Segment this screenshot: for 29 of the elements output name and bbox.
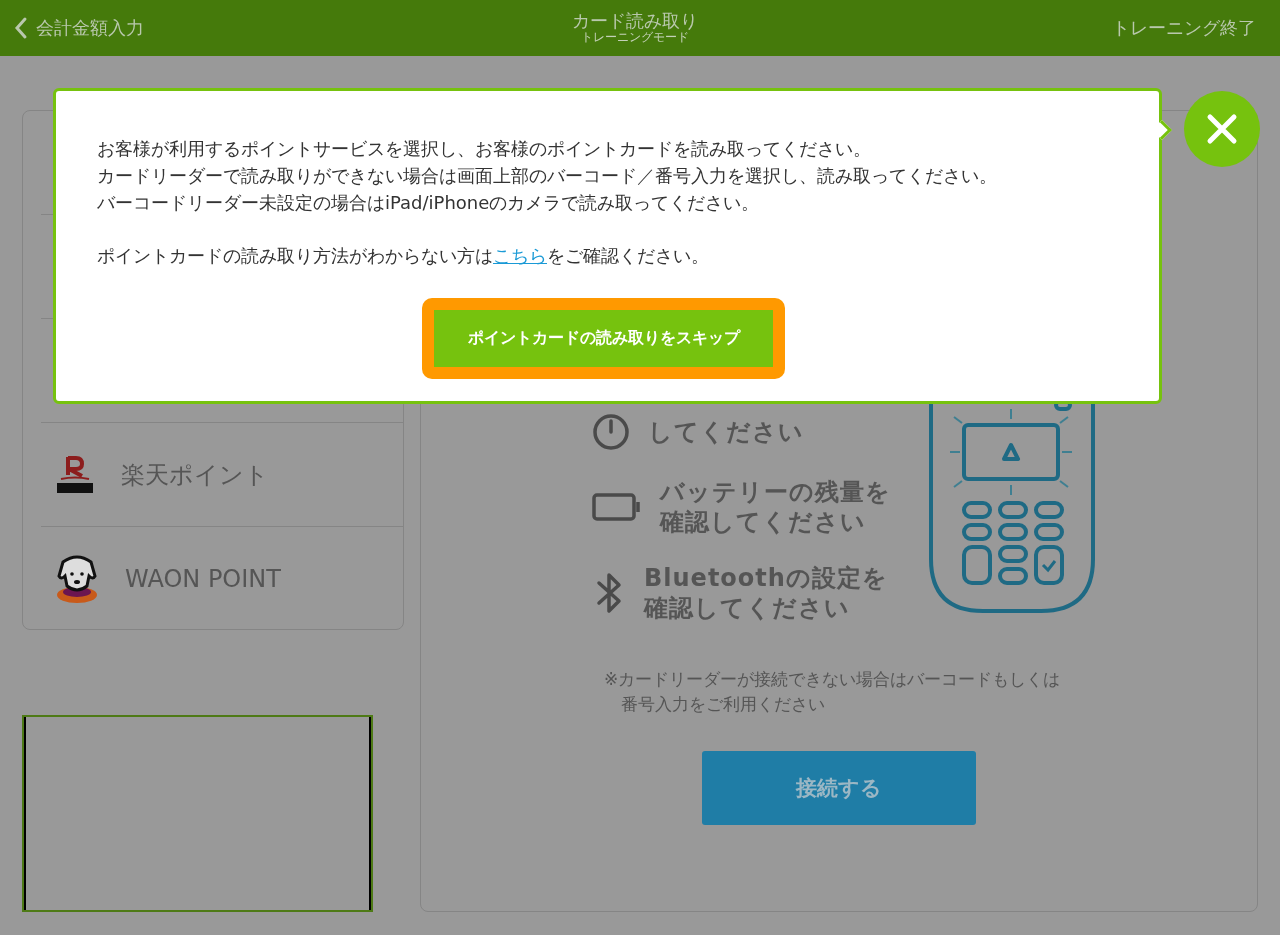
back-label[interactable]: 会計金額入力 xyxy=(36,17,144,39)
dialog-help-text: ポイントカードの読み取り方法がわからない方はこちら をご確認ください。 xyxy=(97,244,710,268)
screen-title: カード読み取り xyxy=(572,10,698,32)
point-type-item[interactable]: 楽天ポイント xyxy=(41,423,403,527)
dog-logo-icon xyxy=(55,554,99,604)
instruction-text: Bluetoothの設定を xyxy=(644,563,888,593)
battery-icon xyxy=(592,493,642,521)
instruction-text: してください xyxy=(648,417,804,447)
point-type-name: WAON POINT xyxy=(125,565,281,593)
point-logo-icon xyxy=(55,454,95,495)
point-type-name: 楽天ポイント xyxy=(121,459,269,491)
back-button[interactable]: 会計金額入力 xyxy=(14,16,572,40)
back-chevron-icon xyxy=(14,16,28,40)
instruction-text: 確認してください xyxy=(644,593,851,623)
skip-button[interactable]: ポイントカードの読み取りをスキップ xyxy=(434,310,773,367)
dialog-message: お客様が利用するポイントサービスを選択し、お客様のポイントカードを読み取ってください。 xyxy=(97,137,872,161)
reader-note: ※カードリーダーが接続できない場合はバーコードもしくは xyxy=(604,668,1062,691)
close-icon xyxy=(1206,113,1238,145)
screen-subtitle: トレーニングモード xyxy=(581,31,689,46)
dialog-message: カードリーダーで読み取りができない場合は画面上部のバーコード／番号入力を選択し、読み取ってください。 xyxy=(97,164,998,188)
dialog-message: バーコードリーダー未設定の場合はiPad/iPhoneのカメラで読み取ってください。 xyxy=(97,191,761,215)
reader-note: 番号入力をご利用ください xyxy=(620,693,826,716)
point-type-item[interactable]: WAON POINT xyxy=(41,527,403,631)
end-training-link[interactable]: トレーニング終了 xyxy=(1112,17,1256,39)
instruction-text: バッテリーの残量を xyxy=(660,477,891,507)
help-link[interactable]: こちら xyxy=(493,245,547,266)
power-icon xyxy=(592,413,630,451)
connect-button[interactable]: 接続する xyxy=(702,751,976,825)
instruction-text: 確認してください xyxy=(660,507,867,537)
